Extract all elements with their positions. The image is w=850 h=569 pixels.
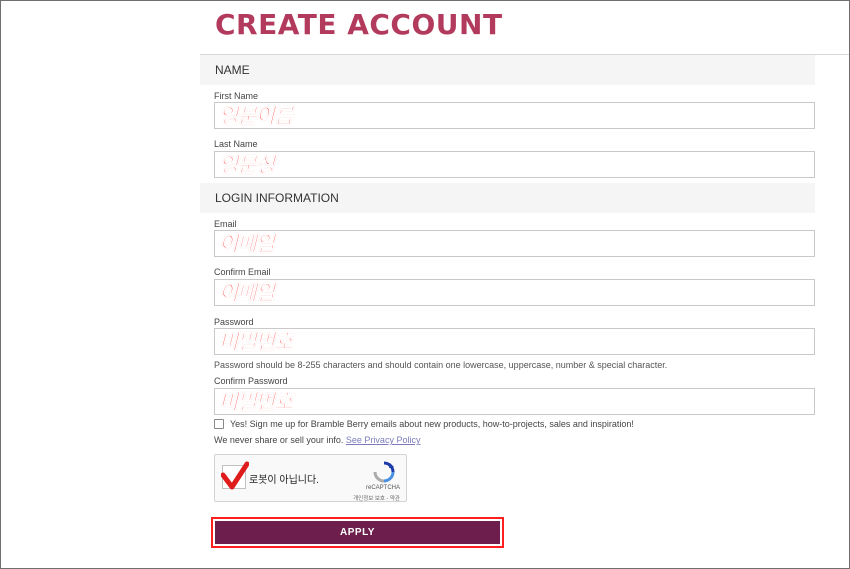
confirm-password-annotation: 비밀번호 [219,390,294,415]
first-name-annotation: 영문이름 [219,104,294,129]
last-name-annotation: 영문성 [219,153,276,178]
section-header-name: NAME [200,55,815,85]
recaptcha-widget: 로봇이 아닙니다. reCAPTCHA 개인정보 보호 - 약관 [214,454,407,502]
recaptcha-label: 로봇이 아닙니다. [249,475,319,486]
password-input[interactable]: 비밀번호 [214,328,815,355]
email-input[interactable]: 이메일 [214,230,815,257]
checkmark-icon [221,461,249,490]
confirm-email-input[interactable]: 이메일 [214,279,815,306]
apply-button[interactable]: APPLY [215,521,500,544]
first-name-input[interactable]: 영문이름 [214,102,815,129]
recaptcha-logo-icon [373,461,395,483]
newsletter-checkbox[interactable] [214,419,224,429]
page-title: CREATE ACCOUNT [215,8,503,41]
last-name-label: Last Name [214,139,258,149]
confirm-email-annotation: 이메일 [219,281,276,306]
privacy-text: We never share or sell your info. [214,435,344,445]
newsletter-label: Yes! Sign me up for Bramble Berry emails… [230,419,634,429]
confirm-password-input[interactable]: 비밀번호 [214,388,815,415]
recaptcha-brand: reCAPTCHA [365,485,400,491]
privacy-policy-link[interactable]: See Privacy Policy [346,435,421,445]
email-annotation: 이메일 [219,232,276,257]
section-header-login: LOGIN INFORMATION [200,183,815,213]
recaptcha-checkbox[interactable] [221,461,249,490]
password-hint: Password should be 8-255 characters and … [214,360,668,370]
confirm-password-label: Confirm Password [214,376,288,386]
recaptcha-terms: 개인정보 보호 - 약관 [353,496,400,502]
newsletter-row[interactable]: Yes! Sign me up for Bramble Berry emails… [214,419,634,429]
privacy-note: We never share or sell your info. See Pr… [214,435,420,445]
last-name-input[interactable]: 영문성 [214,151,815,178]
password-annotation: 비밀번호 [219,330,294,355]
confirm-email-label: Confirm Email [214,267,271,277]
